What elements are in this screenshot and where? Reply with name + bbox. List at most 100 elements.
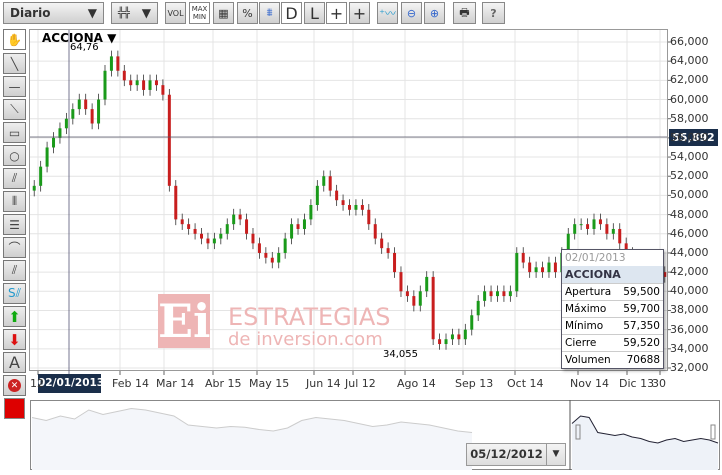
x-tick-label: Dic 13	[619, 377, 655, 390]
candle	[174, 180, 178, 226]
candle	[541, 261, 545, 278]
candle	[71, 103, 75, 125]
candle	[58, 122, 62, 144]
y-tick-label: 34,000	[670, 341, 709, 355]
candle	[573, 218, 577, 240]
x-tick-label: Jul 12	[345, 377, 376, 390]
candle	[373, 218, 377, 245]
y-tick-label: 54,000	[670, 150, 709, 164]
watermark-logo: Ei	[158, 294, 211, 348]
y-tick-label: 52,000	[670, 169, 709, 183]
candle	[315, 180, 319, 211]
x-tick-label: Jun 14	[306, 377, 341, 390]
candle	[238, 208, 242, 226]
candle	[103, 65, 107, 106]
tooltip-value: 70688	[626, 354, 660, 366]
max-price-label: 64,76	[70, 42, 99, 53]
candle	[232, 208, 236, 230]
y-tick-label: 60,000	[670, 92, 709, 106]
candle	[129, 74, 133, 91]
candle	[167, 88, 171, 192]
y-tick-label: 58,000	[670, 111, 709, 125]
candle	[495, 285, 499, 302]
candle	[277, 247, 281, 269]
navigator-date: 05/12/2012	[467, 444, 547, 465]
tooltip-value: 59,700	[623, 303, 660, 315]
candle	[502, 285, 506, 302]
candle	[90, 103, 94, 130]
candle	[605, 218, 609, 240]
candle	[180, 213, 184, 230]
y-tick-label: 66,000	[670, 35, 709, 48]
price-chart[interactable]	[0, 0, 722, 475]
candle	[154, 74, 158, 91]
candle	[264, 247, 268, 264]
tooltip-value: 59,520	[623, 337, 660, 349]
navigator-date-select[interactable]: 05/12/2012 ▼	[466, 443, 566, 466]
tooltip-key: Apertura	[565, 286, 612, 298]
y-tick-label: 42,000	[670, 265, 709, 279]
candle	[521, 247, 525, 269]
candle	[309, 199, 313, 226]
y-tick-label: 62,000	[670, 73, 709, 87]
candle	[296, 218, 300, 235]
x-tick-label: May 15	[249, 377, 290, 390]
candle	[206, 232, 210, 250]
tooltip-row: Mínimo 57,350	[562, 317, 663, 334]
x-tick-label: 30	[652, 377, 666, 390]
chevron-down-icon: ▼	[552, 449, 560, 459]
x-tick-label: 12	[30, 377, 44, 390]
candle	[618, 223, 622, 250]
candle	[386, 242, 390, 259]
candle	[431, 271, 435, 345]
tooltip-value: 57,350	[623, 320, 660, 332]
y-tick-label: 40,000	[670, 284, 709, 298]
candle	[412, 290, 416, 312]
candle	[354, 199, 358, 216]
y-tick-label: 64,000	[670, 54, 709, 68]
candle	[528, 256, 532, 278]
x-tick-label: Abr 15	[205, 377, 242, 390]
tooltip-key: Máximo	[565, 303, 607, 315]
candle	[52, 132, 56, 154]
candle	[438, 333, 442, 350]
y-tick-label: 44,000	[670, 245, 709, 259]
tooltip-key: Cierre	[565, 337, 597, 349]
candle	[270, 251, 274, 269]
candle	[592, 213, 596, 235]
candle	[251, 228, 255, 250]
candle	[405, 285, 409, 302]
tooltip-key: Volumen	[565, 354, 611, 366]
x-tick-label: Feb 14	[112, 377, 149, 390]
candle	[45, 141, 49, 173]
candle	[245, 213, 249, 240]
tooltip-row: Cierre 59,520	[562, 334, 663, 351]
candle	[39, 160, 43, 192]
x-tick-label: Mar 14	[156, 377, 195, 390]
x-tick-label: Sep 13	[455, 377, 494, 390]
candle	[470, 309, 474, 336]
candle	[425, 271, 429, 298]
candle	[611, 223, 615, 240]
candle	[225, 218, 229, 240]
candle	[553, 256, 557, 278]
candle	[476, 295, 480, 322]
candle	[348, 199, 351, 216]
chevron-down-icon: ▼	[107, 31, 117, 45]
candle	[579, 218, 583, 230]
candle	[598, 213, 602, 230]
candle	[283, 232, 287, 259]
y-tick-label: 32,000	[670, 361, 709, 374]
candle	[290, 218, 294, 245]
candle	[586, 218, 590, 235]
candle	[360, 199, 364, 216]
tooltip-name: ACCIONA	[562, 266, 663, 283]
candle	[142, 74, 146, 96]
candle	[444, 333, 448, 350]
y-tick-label: 50,000	[670, 188, 709, 202]
tooltip-row: Apertura 59,500	[562, 283, 663, 300]
candle	[116, 50, 120, 77]
tooltip-value: 59,500	[623, 286, 660, 298]
candle	[64, 112, 68, 135]
candle	[450, 328, 454, 345]
